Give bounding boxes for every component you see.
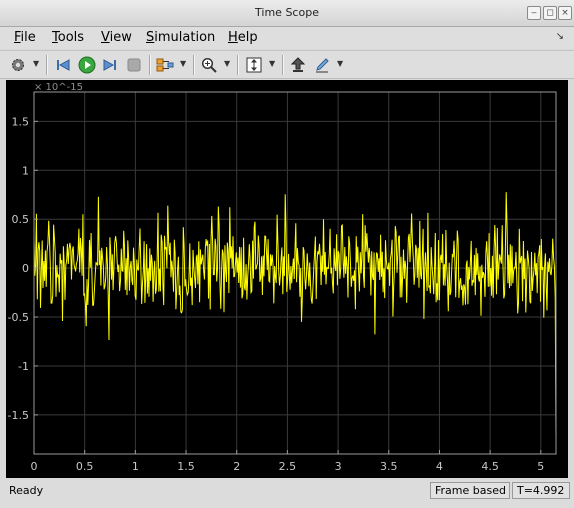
toolbar-separator: [149, 55, 150, 75]
menu-simulation[interactable]: Simulation: [146, 30, 215, 45]
maximize-button[interactable]: ◻: [543, 6, 557, 20]
y-tick-label: -1.5: [8, 409, 29, 422]
window-title: Time Scope: [255, 6, 319, 19]
minimize-button[interactable]: ‒: [527, 6, 541, 20]
highlight-icon[interactable]: [288, 55, 308, 75]
status-bar: Ready Frame based T=4.992: [0, 480, 574, 508]
y-tick-label: 1.5: [12, 115, 30, 128]
y-tick-label: 1: [22, 164, 29, 177]
frame-mode-panel: Frame based: [430, 482, 510, 499]
menu-help[interactable]: Help: [228, 30, 258, 45]
title-bar: Time Scope ‒ ◻ ×: [0, 0, 574, 27]
y-axis-exponent: × 10^-15: [34, 82, 83, 93]
sim-time-panel: T=4.992: [512, 482, 570, 499]
x-tick-label: 3: [335, 460, 342, 473]
x-tick-label: 5: [537, 460, 544, 473]
zoom-dropdown-arrow[interactable]: ▼: [224, 59, 230, 68]
signal-trace: [33, 192, 557, 440]
y-tick-label: 0: [22, 262, 29, 275]
step-back-icon[interactable]: [53, 55, 73, 75]
toolbar-separator: [282, 55, 283, 75]
scope-plot[interactable]: 0 0.5 1 1.5 2 2.5 3 3.5 4 4.5 51.510.50-0.5-1-1.5 …: [6, 80, 568, 478]
menu-file[interactable]: File: [14, 30, 36, 45]
run-icon[interactable]: [77, 55, 97, 75]
style-icon[interactable]: [312, 55, 332, 75]
stop-icon[interactable]: [124, 55, 144, 75]
zoom-in-icon[interactable]: [199, 55, 219, 75]
step-forward-icon[interactable]: [100, 55, 120, 75]
x-tick-label: 0.5: [76, 460, 94, 473]
scale-axes-icon[interactable]: [244, 55, 264, 75]
y-tick-label: -0.5: [8, 311, 29, 324]
x-tick-label: 1: [132, 460, 139, 473]
menu-tools[interactable]: Tools: [52, 30, 84, 45]
style-dropdown-arrow[interactable]: ▼: [337, 59, 343, 68]
x-tick-label: 4.5: [481, 460, 499, 473]
toolbar-separator: [193, 55, 194, 75]
x-tick-label: 2: [233, 460, 240, 473]
gear-dropdown-arrow[interactable]: ▼: [33, 59, 39, 68]
x-tick-label: 4: [436, 460, 443, 473]
toolbar-separator: [46, 55, 47, 75]
toolbar: ▼ ▼ ▼ ▼ ▼: [0, 50, 574, 79]
x-tick-label: 2.5: [279, 460, 297, 473]
y-tick-label: -1: [18, 360, 29, 373]
y-tick-label: 0.5: [12, 213, 30, 226]
scope-display[interactable]: 0 0.5 1 1.5 2 2.5 3 3.5 4 4.5 5 1.5 1 0.5 0 -0.5 -1 -1.5 …: [6, 80, 568, 478]
x-tick-label: 0: [31, 460, 38, 473]
menu-bar: File Tools View Simulation Help ↘: [0, 27, 574, 49]
scale-dropdown-arrow[interactable]: ▼: [269, 59, 275, 68]
status-text: Ready: [9, 484, 44, 497]
x-tick-label: 1.5: [177, 460, 195, 473]
signal-dropdown-arrow[interactable]: ▼: [180, 59, 186, 68]
signal-select-icon[interactable]: [155, 55, 175, 75]
menu-view[interactable]: View: [101, 30, 132, 45]
dock-arrow-icon[interactable]: ↘: [556, 31, 564, 42]
close-button[interactable]: ×: [558, 6, 572, 20]
toolbar-separator: [237, 55, 238, 75]
x-tick-label: 3.5: [380, 460, 398, 473]
gear-icon[interactable]: [8, 55, 28, 75]
